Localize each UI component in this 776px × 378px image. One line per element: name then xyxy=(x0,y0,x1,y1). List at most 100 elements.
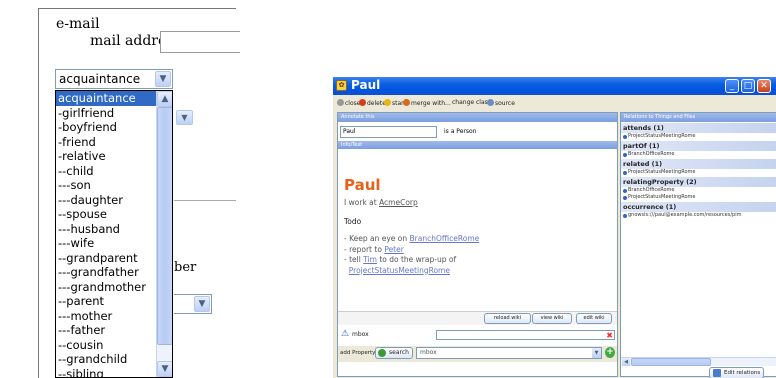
dropdown-option[interactable]: ---grandfather xyxy=(56,265,156,280)
dropdown-option[interactable]: ---husband xyxy=(56,222,156,237)
dropdown-option[interactable]: --grandchild xyxy=(56,352,156,367)
add-icon[interactable]: + xyxy=(605,347,615,358)
search-button-label: search xyxy=(389,349,409,356)
add-property-row: add Property search mbox ▼ + xyxy=(338,346,617,362)
relation-group-header[interactable]: relatingProperty (2) xyxy=(621,177,776,187)
chevron-down-icon[interactable]: ▼ xyxy=(176,110,193,125)
minimize-button[interactable]: _ xyxy=(725,79,739,93)
close-button[interactable]: ✕ xyxy=(757,79,771,93)
partial-label: ber xyxy=(174,260,197,275)
wiki-todo-list: - Keep an eye on BranchOfficeRome - repor… xyxy=(344,234,479,276)
relation-group-header[interactable]: occurrence (1) xyxy=(621,202,776,212)
dropdown-option[interactable]: -relative xyxy=(56,149,156,164)
relation-item[interactable]: ProjectStatusMeetingRome xyxy=(621,133,776,140)
toolbar-item-source[interactable]: source xyxy=(487,99,515,107)
toolbar-item-close[interactable]: close xyxy=(337,99,360,107)
title-bar[interactable]: ✿ Paul _ □ ✕ xyxy=(333,77,776,95)
merge-icon xyxy=(403,99,410,106)
pane-header: Annotate this xyxy=(338,113,617,122)
toolbar-item-delete[interactable]: delete xyxy=(359,99,386,107)
toolbar-item-star[interactable]: star xyxy=(384,99,404,107)
property-select[interactable]: mbox ▼ xyxy=(416,347,602,359)
relation-item[interactable]: ProjectStatusMeetingRome xyxy=(621,194,776,201)
mbox-property-row: ⚠ mbox ✖ xyxy=(338,329,617,342)
relation-item[interactable]: BranchOfficeRome xyxy=(621,187,776,194)
dropdown-option[interactable]: ---son xyxy=(56,178,156,193)
toolbar: close delete star merge with... change class… xyxy=(333,96,776,110)
dropdown-option[interactable]: --grandparent xyxy=(56,251,156,266)
form-border-left xyxy=(38,8,39,378)
relation-group: relatingProperty (2) BranchOfficeRome Proj… xyxy=(621,177,776,201)
remove-icon[interactable]: ✖ xyxy=(606,331,613,340)
dropdown-option[interactable]: ---wife xyxy=(56,236,156,251)
toolbar-item-label: source xyxy=(495,100,515,107)
dropdown-option[interactable]: ---mother xyxy=(56,309,156,324)
annotation-pane: Annotate this Paul is a Person Info/Text… xyxy=(337,112,618,377)
scroll-left-icon[interactable]: ◀ xyxy=(622,358,630,366)
relation-group-header[interactable]: related (1) xyxy=(621,159,776,169)
scroll-up-icon[interactable]: ▲ xyxy=(157,91,172,107)
wiki-link[interactable]: BranchOfficeRome xyxy=(410,234,480,243)
relations-header: Relations to Things and Files xyxy=(621,113,776,122)
dropdown-option[interactable]: acquaintance xyxy=(56,91,156,106)
edit-relations-button[interactable]: Edit relations xyxy=(709,367,764,378)
edit-icon xyxy=(713,369,721,377)
chevron-down-icon[interactable]: ▼ xyxy=(592,348,601,358)
search-button[interactable]: search xyxy=(375,347,413,359)
relation-group: related (1) ProjectStatusMeetingRome xyxy=(621,159,776,176)
info-bar: Info/Text xyxy=(338,141,617,149)
dropdown-option[interactable]: -friend xyxy=(56,135,156,150)
delete-icon xyxy=(359,99,366,106)
toolbar-item-change-class[interactable]: change class xyxy=(452,99,491,106)
dropdown-option[interactable]: -girlfriend xyxy=(56,106,156,121)
partial-select[interactable]: ▼ xyxy=(174,294,212,314)
wiki-link[interactable]: Tim xyxy=(363,255,377,264)
mbox-input[interactable]: ✖ xyxy=(436,330,615,340)
scroll-down-icon[interactable]: ▼ xyxy=(157,361,172,377)
relation-group-header[interactable]: partOf (1) xyxy=(621,141,776,151)
wiki-link[interactable]: Peter xyxy=(384,245,404,254)
dropdown-option[interactable]: --sibling xyxy=(56,367,156,378)
app-icon: ✿ xyxy=(336,80,347,91)
toolbar-item-label: change class xyxy=(452,99,491,106)
dropdown-option[interactable]: -boyfriend xyxy=(56,120,156,135)
wiki-item-text: to do the wrap-up of xyxy=(376,255,457,264)
relation-item[interactable]: ProjectStatusMeetingRome xyxy=(621,169,776,176)
dropdown-option[interactable]: --parent xyxy=(56,294,156,309)
horizontal-scrollbar[interactable]: ◀ xyxy=(621,357,776,366)
edit-wiki-button[interactable]: edit wiki xyxy=(576,313,612,324)
name-field[interactable]: Paul xyxy=(340,126,437,138)
search-icon xyxy=(378,349,386,357)
relation-item[interactable]: BranchOfficeRome xyxy=(621,151,776,158)
dropdown-option[interactable]: ---grandmother xyxy=(56,280,156,295)
warning-icon: ⚠ xyxy=(341,329,350,339)
wiki-button-bar: reload wiki view wiki edit wiki xyxy=(338,311,617,325)
dropdown-option[interactable]: --child xyxy=(56,164,156,179)
dropdown-option[interactable]: --cousin xyxy=(56,338,156,353)
scroll-thumb[interactable] xyxy=(631,358,711,366)
wiki-list-item: - Keep an eye on BranchOfficeRome xyxy=(344,234,479,245)
wiki-link[interactable]: ProjectStatusMeetingRome xyxy=(349,266,450,275)
wiki-item-text: report to xyxy=(349,244,385,254)
scroll-thumb[interactable] xyxy=(157,107,172,345)
relation-group-header[interactable]: attends (1) xyxy=(621,123,776,133)
dropdown-option[interactable]: ---daughter xyxy=(56,193,156,208)
relation-dropdown-list[interactable]: acquaintance -girlfriend -boyfriend -friend… xyxy=(55,90,173,378)
dropdown-scrollbar[interactable]: ▲ ▼ xyxy=(156,91,172,377)
maximize-button[interactable]: □ xyxy=(741,79,755,93)
relation-group: partOf (1) BranchOfficeRome xyxy=(621,141,776,158)
relation-group: attends (1) ProjectStatusMeetingRome xyxy=(621,123,776,140)
relation-select[interactable]: acquaintance ▼ xyxy=(55,69,173,89)
chevron-down-icon[interactable]: ▼ xyxy=(155,71,171,87)
view-wiki-button[interactable]: view wiki xyxy=(532,313,572,324)
dropdown-option[interactable]: ---father xyxy=(56,323,156,338)
toolbar-item-merge-with[interactable]: merge with... xyxy=(403,99,451,107)
chevron-down-icon[interactable]: ▼ xyxy=(194,296,210,312)
email-section-label: e-mail xyxy=(56,16,100,32)
wiki-content: Paul I work at AcmeCorp Todo - Keep an e… xyxy=(338,150,617,335)
wiki-link-acmecorp[interactable]: AcmeCorp xyxy=(379,198,418,207)
reload-wiki-button[interactable]: reload wiki xyxy=(484,313,531,324)
dropdown-option[interactable]: --spouse xyxy=(56,207,156,222)
relation-item[interactable]: gnowsis:///paul@example.com/resources/pi… xyxy=(621,212,776,219)
mail-address-input[interactable] xyxy=(160,31,240,53)
